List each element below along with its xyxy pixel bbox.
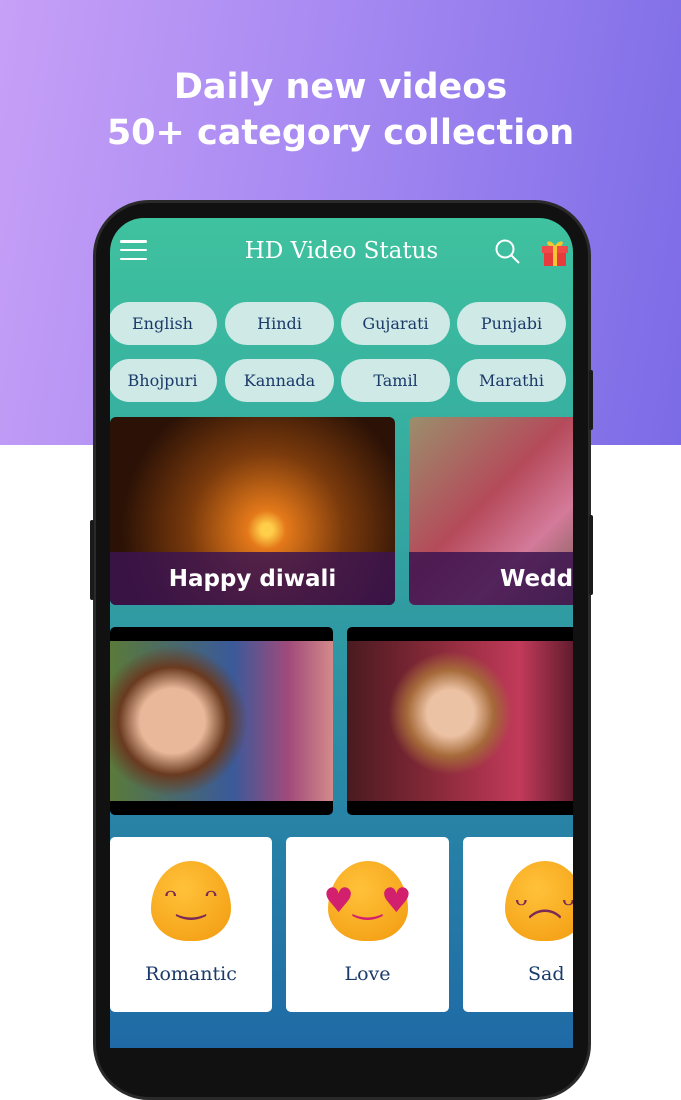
category-label: Sad (528, 963, 565, 985)
banner-label: Happy diwali (110, 552, 395, 605)
video-image (347, 641, 573, 801)
love-emoji-icon: ♥‿♥ (323, 861, 412, 941)
phone-side-button (589, 515, 593, 595)
chip-marathi[interactable]: Marathi (457, 359, 566, 402)
banner-wedding[interactable]: Wedding (409, 417, 573, 605)
promo-line-1: Daily new videos (173, 67, 508, 107)
category-label: Love (344, 963, 391, 985)
app-bar: HD Video Status (110, 218, 573, 288)
video-thumbnail[interactable] (110, 627, 333, 815)
banner-happy-diwali[interactable]: Happy diwali (110, 417, 395, 605)
phone-side-button (90, 520, 94, 600)
chip-bhojpuri[interactable]: Bhojpuri (110, 359, 217, 402)
chip-gujarati[interactable]: Gujarati (341, 302, 450, 345)
category-romantic[interactable]: ᵔ‿ᵔ Romantic (110, 837, 272, 1012)
phone-side-button (589, 370, 593, 430)
chip-hindi[interactable]: Hindi (225, 302, 334, 345)
chip-punjabi[interactable]: Punjabi (457, 302, 566, 345)
chip-tamil[interactable]: Tamil (341, 359, 450, 402)
phone-notch (270, 208, 416, 218)
app-screen: HD Video Status English Hindi Gujarati P… (110, 218, 573, 1048)
search-icon[interactable] (494, 238, 520, 264)
category-sad[interactable]: ᵕ︵ᵕ Sad (463, 837, 573, 1012)
chip-english[interactable]: English (110, 302, 217, 345)
promo-headline: Daily new videos 50+ category collection (0, 64, 681, 156)
category-label: Romantic (145, 963, 237, 985)
gift-icon[interactable] (540, 237, 570, 267)
category-love[interactable]: ♥‿♥ Love (286, 837, 449, 1012)
sad-emoji-icon: ᵕ︵ᵕ (505, 861, 573, 941)
romantic-emoji-icon: ᵔ‿ᵔ (151, 861, 231, 941)
video-thumbnail[interactable] (347, 627, 573, 815)
banner-label: Wedding (409, 552, 573, 605)
promo-line-2: 50+ category collection (106, 113, 575, 153)
chip-kannada[interactable]: Kannada (225, 359, 334, 402)
video-image (110, 641, 333, 801)
